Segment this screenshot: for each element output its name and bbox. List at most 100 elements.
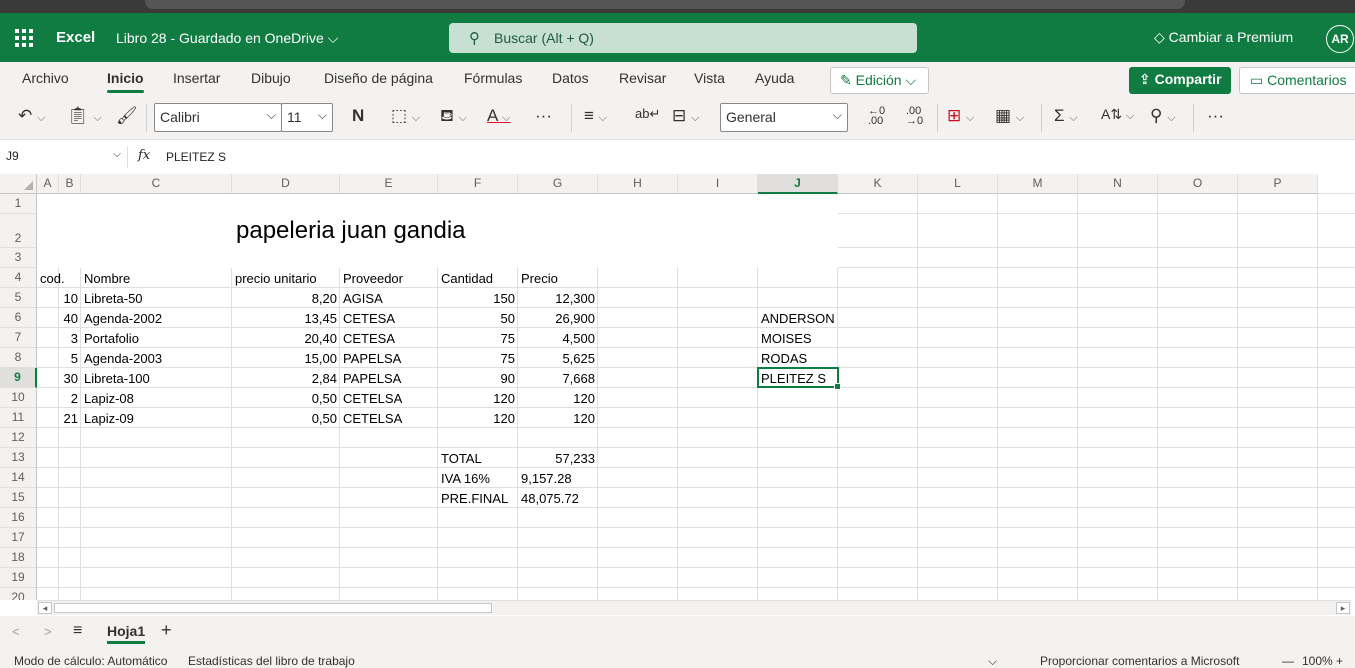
all-sheets-icon[interactable]: ≡ bbox=[73, 622, 82, 640]
cell-total-label[interactable]: IVA 16% bbox=[438, 471, 518, 487]
horizontal-scrollbar[interactable]: ◂ ▸ bbox=[37, 600, 1351, 615]
undo-icon[interactable]: ↶ ⌵ bbox=[18, 106, 45, 126]
row-header-20[interactable]: 20 bbox=[0, 588, 37, 600]
tab-ayuda[interactable]: Ayuda bbox=[755, 70, 794, 86]
active-cell-selection[interactable] bbox=[757, 367, 841, 390]
document-title[interactable]: Libro 28 - Guardado en OneDrive ⌵ bbox=[116, 30, 338, 47]
header-proveedor[interactable]: Proveedor bbox=[340, 271, 438, 287]
cell-cod[interactable]: 40 bbox=[15, 311, 81, 327]
cell-nombre[interactable]: Lapiz-08 bbox=[81, 391, 232, 407]
merge-cells-icon[interactable]: ⊟ ⌵ bbox=[672, 106, 699, 126]
cell-nombre[interactable]: Portafolio bbox=[81, 331, 232, 347]
cell-precio[interactable]: 120 bbox=[518, 411, 598, 427]
browser-address-bar[interactable] bbox=[145, 0, 1185, 9]
font-name-select[interactable]: Calibri ⌵ bbox=[154, 103, 282, 132]
cell-nombre[interactable]: Lapiz-09 bbox=[81, 411, 232, 427]
more-options-icon[interactable]: ··· bbox=[535, 106, 552, 126]
column-header-m[interactable]: M bbox=[998, 174, 1078, 194]
cell-name[interactable]: ANDERSON bbox=[758, 311, 838, 327]
cell-cod[interactable]: 10 bbox=[15, 291, 81, 307]
cell-precio-unitario[interactable]: 0,50 bbox=[232, 411, 340, 427]
tab-formulas[interactable]: Fórmulas bbox=[464, 70, 522, 86]
cell-proveedor[interactable]: CETESA bbox=[340, 311, 438, 327]
workbook-stats[interactable]: Estadísticas del libro de trabajo bbox=[188, 654, 355, 668]
column-header-e[interactable]: E bbox=[340, 174, 438, 194]
cell-nombre[interactable]: Agenda-2003 bbox=[81, 351, 232, 367]
format-painter-icon[interactable]: 🖌︎ bbox=[116, 106, 138, 126]
cell-proveedor[interactable]: CETELSA bbox=[340, 391, 438, 407]
cell-nombre[interactable]: Agenda-2002 bbox=[81, 311, 232, 327]
chevron-down-icon[interactable]: ⌵ bbox=[988, 654, 997, 668]
tab-archivo[interactable]: Archivo bbox=[22, 70, 69, 86]
cell-precio[interactable]: 4,500 bbox=[518, 331, 598, 347]
decrease-decimal-icon[interactable]: .00 →0 bbox=[906, 106, 923, 127]
cell-cod[interactable]: 30 bbox=[15, 371, 81, 387]
cell-cod[interactable]: 21 bbox=[15, 411, 81, 427]
cell-nombre[interactable]: Libreta-50 bbox=[81, 291, 232, 307]
scroll-left-icon[interactable]: ◂ bbox=[38, 602, 52, 614]
align-icon[interactable]: ≡ ⌵ bbox=[584, 106, 607, 126]
header-precio[interactable]: Precio bbox=[518, 271, 598, 287]
cell-precio[interactable]: 26,900 bbox=[518, 311, 598, 327]
cell-total-value[interactable]: 9,157.28 bbox=[518, 471, 598, 487]
cell-cod[interactable]: 2 bbox=[15, 391, 81, 407]
insert-cells-icon[interactable]: ⊞ ⌵ bbox=[947, 106, 974, 126]
cell-proveedor[interactable]: AGISA bbox=[340, 291, 438, 307]
tab-insertar[interactable]: Insertar bbox=[173, 70, 220, 86]
cell-name[interactable]: MOISES bbox=[758, 331, 838, 347]
cell-cantidad[interactable]: 120 bbox=[438, 391, 518, 407]
scroll-right-icon[interactable]: ▸ bbox=[1336, 602, 1350, 614]
cell-total-label[interactable]: PRE.FINAL bbox=[438, 491, 518, 507]
avatar[interactable]: AR bbox=[1326, 25, 1354, 53]
cell-name[interactable]: RODAS bbox=[758, 351, 838, 367]
add-sheet-button[interactable]: + bbox=[161, 620, 172, 641]
app-launcher-icon[interactable] bbox=[15, 29, 33, 47]
cell-precio[interactable]: 5,625 bbox=[518, 351, 598, 367]
cell-precio-unitario[interactable]: 2,84 bbox=[232, 371, 340, 387]
row-header-2[interactable]: 2 bbox=[0, 214, 37, 248]
column-header-i[interactable]: I bbox=[678, 174, 758, 194]
cell-cantidad[interactable]: 50 bbox=[438, 311, 518, 327]
cell-proveedor[interactable]: PAPELSA bbox=[340, 351, 438, 367]
row-header-4[interactable]: 4 bbox=[0, 268, 37, 288]
more-options-icon[interactable]: ··· bbox=[1207, 106, 1224, 126]
cell-proveedor[interactable]: PAPELSA bbox=[340, 371, 438, 387]
cell-cod[interactable]: 5 bbox=[15, 351, 81, 367]
cell-total-value[interactable]: 57,233 bbox=[518, 451, 598, 467]
font-size-select[interactable]: 11 ⌵ bbox=[281, 103, 333, 132]
column-header-a[interactable]: A bbox=[37, 174, 59, 194]
row-header-17[interactable]: 17 bbox=[0, 528, 37, 548]
tab-diseno-pagina[interactable]: Diseño de página bbox=[324, 70, 433, 86]
app-name[interactable]: Excel bbox=[56, 29, 95, 46]
column-header-g[interactable]: G bbox=[518, 174, 598, 194]
cell-proveedor[interactable]: CETESA bbox=[340, 331, 438, 347]
tab-revisar[interactable]: Revisar bbox=[619, 70, 666, 86]
row-header-15[interactable]: 15 bbox=[0, 488, 37, 508]
tab-inicio[interactable]: Inicio bbox=[107, 70, 144, 93]
comments-button[interactable]: ▭ Comentarios bbox=[1239, 67, 1355, 94]
tab-dibujo[interactable]: Dibujo bbox=[251, 70, 291, 86]
column-header-l[interactable]: L bbox=[918, 174, 998, 194]
header-cod[interactable]: cod. bbox=[37, 271, 65, 287]
row-header-18[interactable]: 18 bbox=[0, 548, 37, 568]
column-header-o[interactable]: O bbox=[1158, 174, 1238, 194]
clipboard-icon[interactable]: 📋︎ ⌵ bbox=[67, 106, 102, 126]
increase-decimal-icon[interactable]: ←0.00 bbox=[868, 106, 885, 127]
row-header-1[interactable]: 1 bbox=[0, 194, 37, 214]
row-header-3[interactable]: 3 bbox=[0, 248, 37, 268]
row-header-12[interactable]: 12 bbox=[0, 428, 37, 448]
cell-total-label[interactable]: TOTAL bbox=[438, 451, 518, 467]
column-header-h[interactable]: H bbox=[598, 174, 678, 194]
header-precio-unitario[interactable]: precio unitario bbox=[232, 271, 340, 287]
calc-mode[interactable]: Modo de cálculo: Automático bbox=[14, 654, 167, 668]
edit-mode-button[interactable]: ✎ Edición ⌵ bbox=[830, 67, 929, 94]
zoom-out-icon[interactable]: — bbox=[1282, 654, 1294, 668]
search-input[interactable]: ⚲ Buscar (Alt + Q) bbox=[449, 23, 917, 53]
column-header-c[interactable]: C bbox=[81, 174, 232, 194]
spreadsheet-grid[interactable]: A B C D E F G H I J K L M N O P 1 2 3 4 5 6 7 8 9 10 11 12 13 14 15 16 1… bbox=[0, 174, 1355, 600]
borders-icon[interactable]: ⬚ ⌵ bbox=[391, 106, 420, 126]
cell-cantidad[interactable]: 120 bbox=[438, 411, 518, 427]
number-format-select[interactable]: General ⌵ bbox=[720, 103, 848, 132]
row-header-14[interactable]: 14 bbox=[0, 468, 37, 488]
row-header-19[interactable]: 19 bbox=[0, 568, 37, 588]
